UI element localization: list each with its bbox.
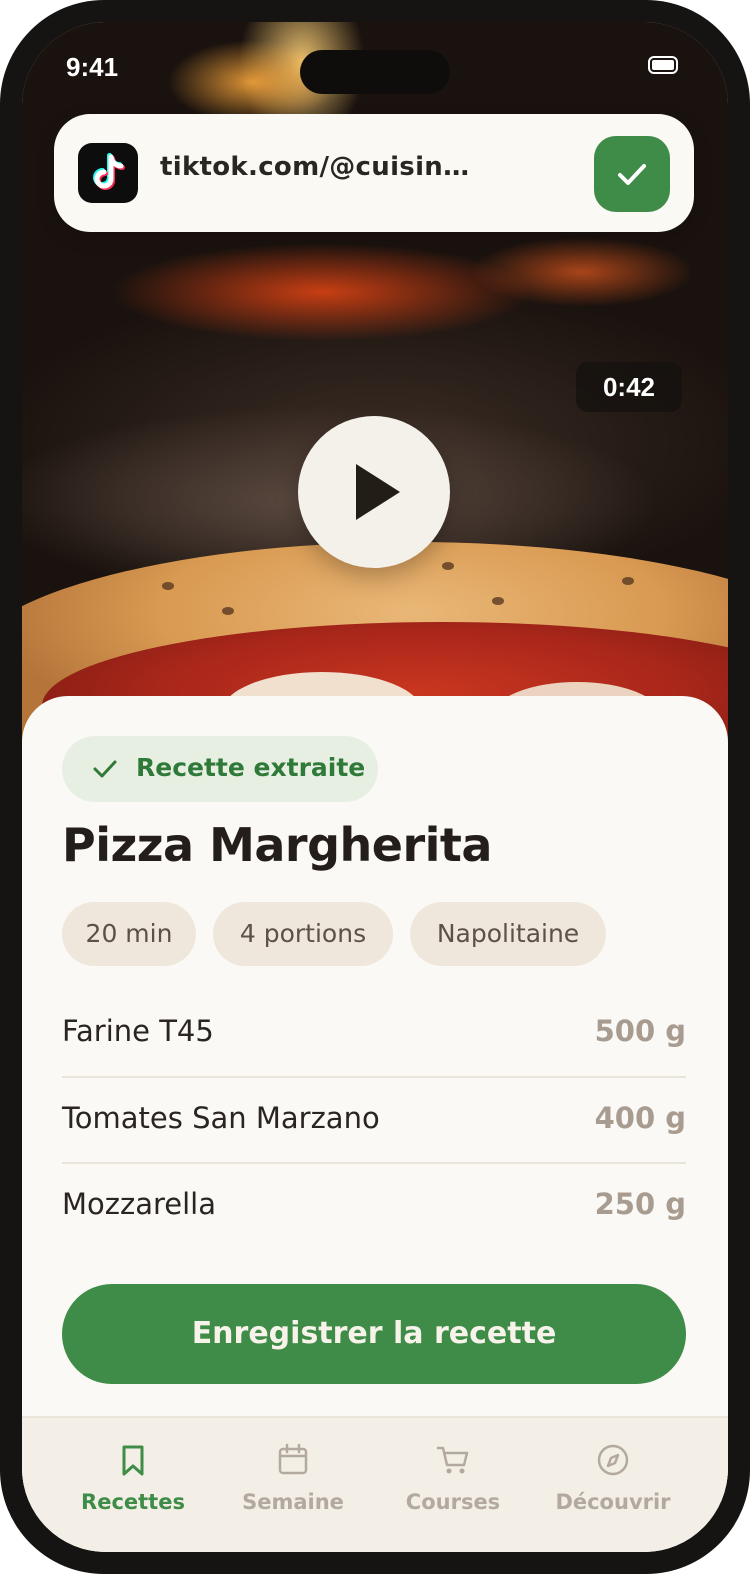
divider	[62, 1076, 686, 1078]
video-duration: 0:42	[576, 362, 682, 412]
ingredient-row: Farine T45 500 g	[62, 992, 686, 1078]
ingredient-name: Mozzarella	[62, 1187, 216, 1221]
crust-spot	[222, 607, 234, 615]
crust-spot	[162, 582, 174, 590]
crust-spot	[622, 577, 634, 585]
play-button[interactable]	[298, 416, 450, 568]
chip-servings: 4 portions	[213, 902, 393, 966]
extracted-badge: Recette extraite	[62, 736, 378, 802]
tab-label: Recettes	[81, 1490, 185, 1514]
tab-courses[interactable]: Courses	[365, 1418, 541, 1552]
ingredient-quantity: 250 g	[594, 1187, 686, 1221]
ingredient-name: Farine T45	[62, 1014, 214, 1048]
crust-spot	[492, 597, 504, 605]
tiktok-icon	[78, 143, 138, 203]
badge-label: Recette extraite	[136, 753, 366, 782]
tab-label: Semaine	[242, 1490, 344, 1514]
divider	[62, 1162, 686, 1164]
tab-label: Courses	[405, 1490, 501, 1514]
compass-icon	[597, 1444, 629, 1476]
play-icon	[356, 464, 400, 520]
tab-bar: Recettes Semaine Courses Découvrir	[22, 1416, 728, 1552]
chip-style: Napolitaine	[410, 902, 606, 966]
ingredient-quantity: 400 g	[594, 1101, 686, 1135]
calendar-icon	[278, 1443, 308, 1475]
recipe-title: Pizza Margherita	[62, 818, 492, 872]
source-url[interactable]: tiktok.com/@cuisinedemam…	[160, 152, 472, 182]
bookmark-icon	[122, 1445, 144, 1476]
check-icon	[618, 164, 646, 185]
ingredient-name: Tomates San Marzano	[62, 1101, 380, 1135]
phone-frame: 9:41 tiktok.com/@cuisinedema	[0, 0, 750, 1574]
ingredient-row: Mozzarella 250 g	[62, 1165, 686, 1251]
source-url-bar[interactable]: tiktok.com/@cuisinedemam…	[54, 114, 694, 232]
status-time: 9:41	[66, 52, 119, 82]
confirm-url-button[interactable]	[594, 136, 670, 212]
tab-recettes[interactable]: Recettes	[45, 1418, 221, 1552]
ingredient-quantity: 500 g	[594, 1014, 686, 1048]
cart-icon	[436, 1446, 469, 1474]
battery-icon	[648, 56, 678, 74]
dynamic-island	[300, 50, 450, 94]
tab-label: Découvrir	[555, 1490, 671, 1514]
check-icon	[93, 760, 117, 778]
tab-semaine[interactable]: Semaine	[205, 1418, 381, 1552]
chip-duration: 20 min	[62, 902, 196, 966]
tab-decouvrir[interactable]: Découvrir	[525, 1418, 701, 1552]
screen: 9:41 tiktok.com/@cuisinedema	[22, 22, 728, 1552]
save-recipe-button[interactable]: Enregistrer la recette	[62, 1284, 686, 1384]
ingredient-row: Tomates San Marzano 400 g	[62, 1079, 686, 1165]
